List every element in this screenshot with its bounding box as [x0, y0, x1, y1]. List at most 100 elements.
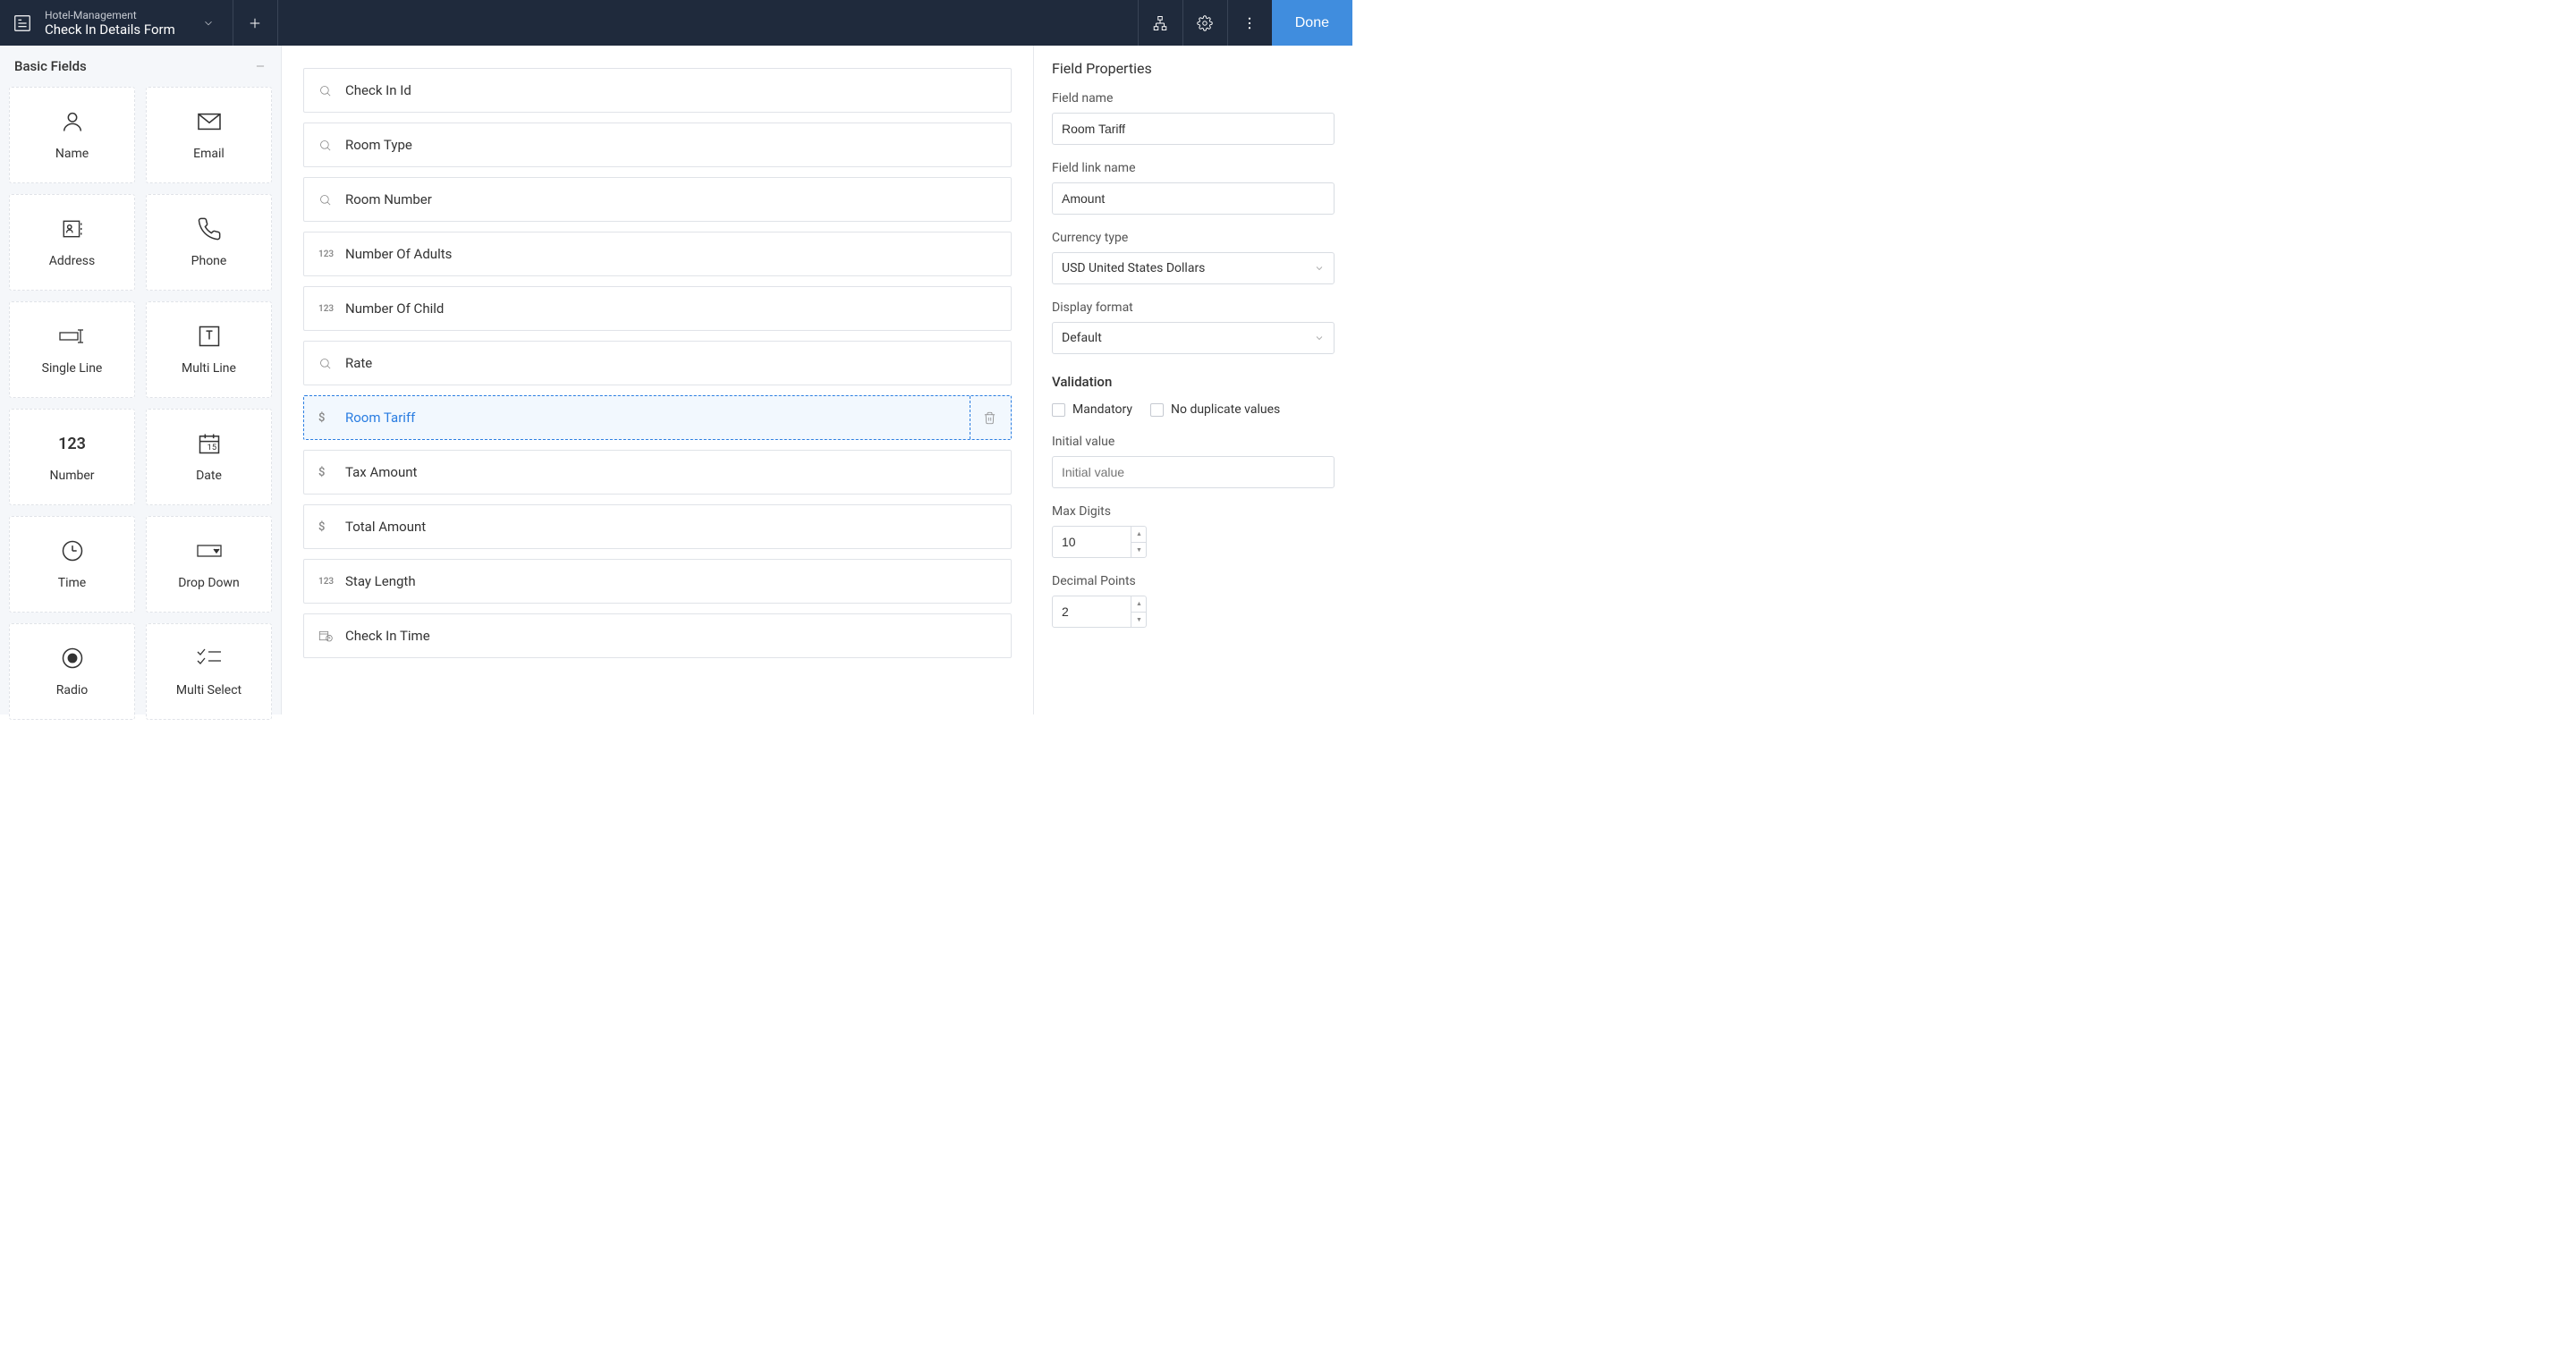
max-digits-group: Max Digits ▲ ▼	[1052, 504, 1335, 558]
form-field-row[interactable]: 123 Number Of Adults	[303, 232, 1012, 276]
number-type-icon: 123	[318, 249, 340, 259]
currency-type-value: USD United States Dollars	[1062, 261, 1205, 275]
properties-panel: Field Properties Field name Field link n…	[1033, 46, 1352, 714]
done-button[interactable]: Done	[1272, 0, 1352, 46]
app-icon[interactable]	[0, 0, 45, 46]
single-line-icon	[58, 324, 87, 349]
mail-icon	[196, 109, 223, 134]
field-tile-radio[interactable]: Radio	[9, 623, 135, 720]
form-field-row[interactable]: $ Room Tariff	[303, 395, 1012, 440]
field-tile-label: Name	[55, 147, 89, 161]
form-field-row[interactable]: 123Stay Length	[303, 559, 1012, 604]
field-tile-single-line[interactable]: Single Line	[9, 301, 135, 398]
field-link-label: Field link name	[1052, 161, 1335, 175]
form-field-row[interactable]: Room Number	[303, 177, 1012, 222]
spinner-up-button[interactable]: ▲	[1131, 596, 1147, 613]
field-tile-date[interactable]: 15 Date	[146, 409, 272, 505]
trash-icon	[983, 411, 996, 425]
field-row-label: Check In Time	[345, 628, 430, 644]
field-tile-dropdown[interactable]: Drop Down	[146, 516, 272, 613]
form-switcher[interactable]: Hotel-Management Check In Details Form	[45, 0, 233, 46]
form-field-row[interactable]: 123Number Of Child	[303, 286, 1012, 331]
mandatory-checkbox[interactable]: Mandatory	[1052, 402, 1132, 417]
no-duplicate-checkbox[interactable]: No duplicate values	[1150, 402, 1280, 417]
multi-select-icon	[196, 646, 223, 671]
field-row-label: Rate	[345, 355, 372, 371]
mandatory-label: Mandatory	[1072, 402, 1132, 417]
field-row-label: Check In Id	[345, 82, 411, 98]
settings-button[interactable]	[1182, 0, 1227, 46]
form-canvas[interactable]: Check In IdRoom TypeRoom Number123Number…	[282, 46, 1033, 714]
properties-panel-title: Field Properties	[1052, 46, 1335, 91]
collapse-icon	[254, 60, 267, 72]
currency-type-icon: $	[318, 411, 340, 425]
field-row-label: Total Amount	[345, 519, 426, 535]
currency-type-group: Currency type USD United States Dollars	[1052, 231, 1335, 284]
field-tile-address[interactable]: Address	[9, 194, 135, 291]
validation-checkbox-row: Mandatory No duplicate values	[1052, 402, 1335, 417]
lookup-type-icon	[318, 84, 340, 97]
field-row-label: Room Type	[345, 137, 412, 153]
form-field-row[interactable]: Check In Id	[303, 68, 1012, 113]
address-icon	[60, 216, 85, 241]
fields-sidebar: Basic Fields Name EmailAddressPhoneSingle…	[0, 46, 282, 714]
display-format-value: Default	[1062, 331, 1102, 345]
radio-icon	[60, 646, 85, 671]
field-link-input[interactable]	[1052, 182, 1335, 215]
more-actions-button[interactable]	[1227, 0, 1272, 46]
field-tile-label: Date	[196, 469, 222, 483]
datetime-type-icon	[318, 630, 340, 642]
field-tile-mail[interactable]: Email	[146, 87, 272, 183]
field-row-label: Tax Amount	[345, 464, 417, 480]
currency-type-select[interactable]: USD United States Dollars	[1052, 252, 1335, 284]
form-field-row[interactable]: $ Tax Amount	[303, 450, 1012, 495]
field-tile-label: Time	[58, 576, 86, 590]
currency-type-label: Currency type	[1052, 231, 1335, 245]
field-palette-grid: Name EmailAddressPhoneSingle LineMulti Li…	[9, 87, 272, 720]
number-type-icon: 123	[318, 304, 340, 314]
spinner-up-button[interactable]: ▲	[1131, 526, 1147, 543]
app-name: Hotel-Management	[45, 9, 175, 21]
display-format-group: Display format Default	[1052, 300, 1335, 354]
form-field-row[interactable]: Room Type	[303, 123, 1012, 167]
field-row-label: Room Tariff	[345, 410, 415, 426]
field-tile-number[interactable]: 123Number	[9, 409, 135, 505]
display-format-select[interactable]: Default	[1052, 322, 1335, 354]
date-icon: 15	[197, 431, 222, 456]
field-link-group: Field link name	[1052, 161, 1335, 215]
initial-value-input[interactable]	[1052, 456, 1335, 488]
field-tile-time[interactable]: Time	[9, 516, 135, 613]
number-type-icon: 123	[318, 577, 340, 587]
decimal-points-label: Decimal Points	[1052, 574, 1335, 588]
form-field-row[interactable]: $Total Amount	[303, 504, 1012, 549]
workflow-button[interactable]	[1138, 0, 1182, 46]
field-tile-user[interactable]: Name	[9, 87, 135, 183]
field-name-input[interactable]	[1052, 113, 1335, 145]
sidebar-section-header[interactable]: Basic Fields	[9, 46, 272, 87]
field-tile-label: Number	[49, 469, 94, 483]
initial-value-label: Initial value	[1052, 435, 1335, 449]
chevron-down-icon	[1314, 263, 1325, 274]
form-field-row[interactable]: Rate	[303, 341, 1012, 385]
field-row-label: Number Of Adults	[345, 246, 452, 262]
add-tab-button[interactable]	[233, 0, 278, 46]
lookup-type-icon	[318, 139, 340, 152]
field-tile-multi-line[interactable]: Multi Line	[146, 301, 272, 398]
no-duplicate-label: No duplicate values	[1171, 402, 1280, 417]
checkbox-icon	[1150, 403, 1164, 417]
field-tile-multi-select[interactable]: Multi Select	[146, 623, 272, 720]
field-name-label: Field name	[1052, 91, 1335, 106]
max-digits-label: Max Digits	[1052, 504, 1335, 519]
field-row-label: Room Number	[345, 191, 432, 207]
field-tile-label: Multi Select	[176, 683, 242, 697]
validation-section-title: Validation	[1052, 374, 1335, 390]
spinner-down-button[interactable]: ▼	[1131, 543, 1147, 559]
svg-text:15: 15	[207, 443, 216, 452]
header-bar: Hotel-Management Check In Details Form D…	[0, 0, 1352, 46]
currency-type-icon: $	[318, 466, 340, 479]
delete-field-button[interactable]	[970, 396, 996, 439]
sidebar-section-title: Basic Fields	[14, 58, 87, 74]
field-tile-phone[interactable]: Phone	[146, 194, 272, 291]
form-field-row[interactable]: Check In Time	[303, 613, 1012, 658]
spinner-down-button[interactable]: ▼	[1131, 613, 1147, 629]
